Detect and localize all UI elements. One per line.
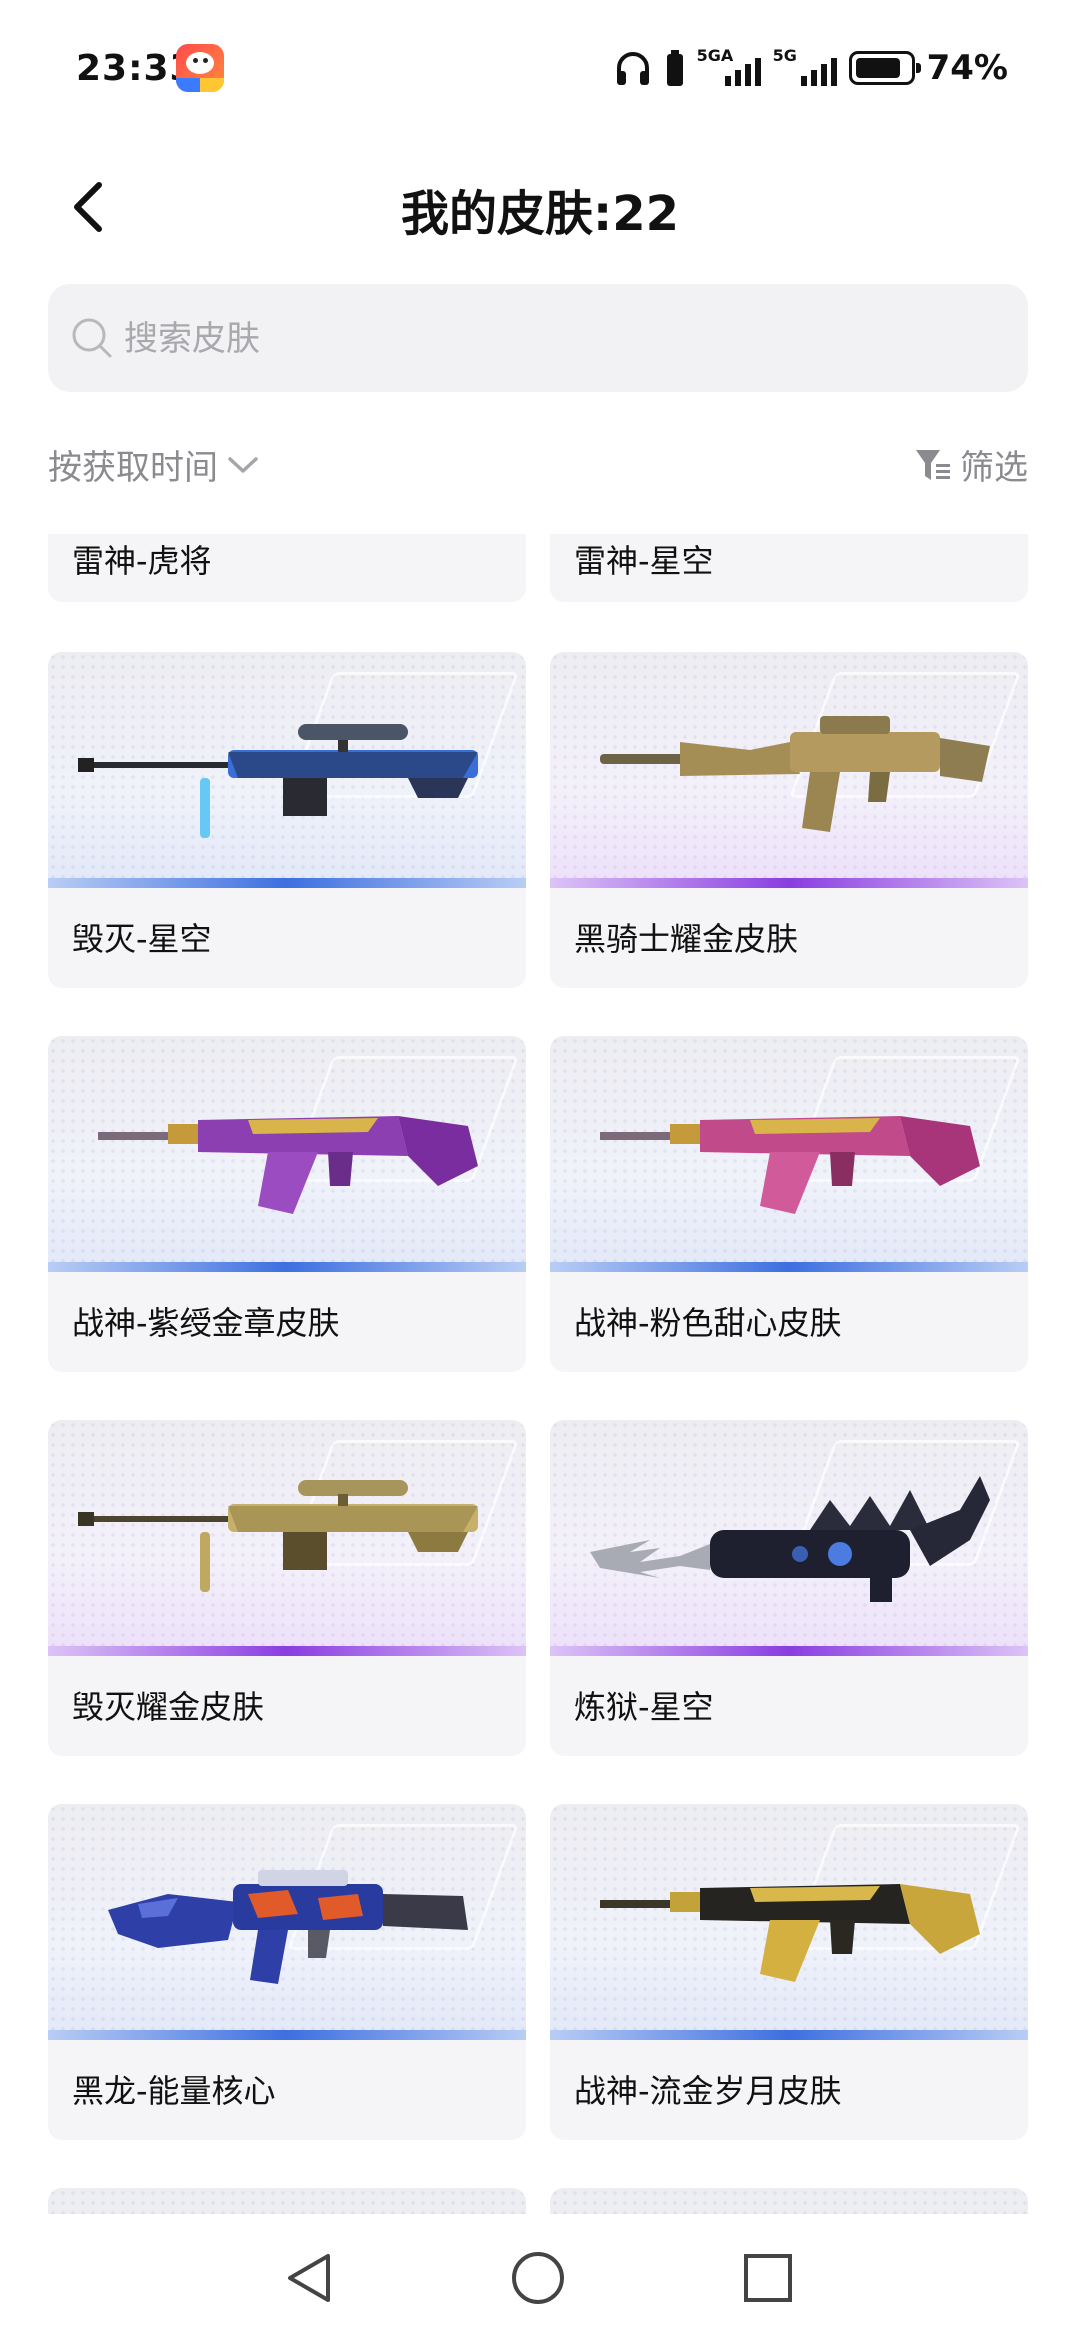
rarity-stripe: [550, 1262, 1028, 1272]
skin-card[interactable]: 炼狱-星空: [550, 1420, 1028, 1756]
nav-recents-icon: [744, 2254, 792, 2302]
rarity-stripe: [48, 2030, 526, 2040]
skin-card[interactable]: [48, 2188, 526, 2214]
skin-thumbnail: [48, 652, 526, 888]
rarity-stripe: [550, 878, 1028, 888]
assault-rifle-icon: [600, 716, 990, 832]
gatling-dragon-icon: [590, 1476, 990, 1602]
skin-name: 战神-紫绶金章皮肤: [72, 1304, 340, 1342]
app-notification-icon: [176, 44, 224, 92]
sniper-rifle-icon: [78, 724, 478, 838]
headphones-icon: [616, 52, 649, 85]
sort-label: 按获取时间: [48, 448, 218, 488]
status-icons: 5GA 5G 74%: [613, 44, 1008, 92]
skin-thumbnail: [550, 652, 1028, 888]
battery-icon: [848, 51, 921, 85]
battery-percent: 74%: [926, 48, 1008, 88]
skin-thumbnail: [550, 1036, 1028, 1272]
search-icon: [72, 318, 112, 358]
skin-card[interactable]: 战神-粉色甜心皮肤: [550, 1036, 1028, 1372]
skin-thumbnail: [48, 2188, 526, 2214]
skin-name: 毁灭耀金皮肤: [72, 1688, 265, 1726]
rarity-stripe: [48, 1646, 526, 1656]
skin-thumbnail: [550, 1420, 1028, 1656]
skin-name: 战神-流金岁月皮肤: [574, 2072, 842, 2110]
skin-thumbnail: [550, 2188, 1028, 2214]
rarity-stripe: [550, 1646, 1028, 1656]
skin-thumbnail: [550, 1804, 1028, 2040]
skin-card[interactable]: 雷神-虎将: [48, 534, 526, 602]
skin-card[interactable]: 战神-流金岁月皮肤: [550, 1804, 1028, 2140]
nav-back-button[interactable]: [280, 2248, 340, 2308]
search-bar[interactable]: [48, 284, 1028, 394]
sniper-rifle-icon: [78, 1480, 478, 1592]
rarity-stripe: [550, 2030, 1028, 2040]
skin-name: 雷神-星空: [574, 542, 714, 580]
rarity-stripe: [48, 1262, 526, 1272]
ak-rifle-icon: [600, 1884, 980, 1982]
assault-rifle-icon: [108, 1870, 468, 1984]
skin-name: 战神-粉色甜心皮肤: [574, 1304, 842, 1342]
skin-name: 毁灭-星空: [72, 920, 212, 958]
skin-card[interactable]: 毁灭耀金皮肤: [48, 1420, 526, 1756]
nav-home-button[interactable]: [508, 2248, 568, 2308]
skin-card[interactable]: 雷神-星空: [550, 534, 1028, 602]
skin-grid: 雷神-虎将 雷神-星空 毁灭-星空 黑骑士耀金皮肤 战神-紫绶金章皮肤 战神-粉…: [0, 534, 1080, 2214]
nav-recents-button[interactable]: [738, 2248, 798, 2308]
battery-saver-icon: [666, 50, 683, 86]
ak-rifle-icon: [98, 1116, 478, 1214]
status-bar: 23:33 5GA 5G 74%: [0, 0, 1080, 130]
chevron-down-icon: [228, 456, 258, 473]
skin-name: 黑龙-能量核心: [72, 2072, 276, 2110]
skin-name: 雷神-虎将: [72, 542, 212, 580]
skin-card[interactable]: [550, 2188, 1028, 2214]
rarity-stripe: [48, 878, 526, 888]
app-header: 我的皮肤:22: [0, 150, 1080, 260]
nav-back-icon: [288, 2254, 330, 2302]
signal-icon: 5G: [773, 46, 837, 90]
sort-filter-bar: 按获取时间 筛选: [48, 440, 1028, 492]
skin-thumbnail: [48, 1420, 526, 1656]
skin-card[interactable]: 黑骑士耀金皮肤: [550, 652, 1028, 988]
ak-rifle-icon: [600, 1116, 980, 1214]
skin-thumbnail: [48, 1804, 526, 2040]
system-nav-bar: [0, 2214, 1080, 2338]
filter-icon: [916, 449, 950, 480]
network-type-label: 5G: [772, 46, 797, 65]
sort-dropdown[interactable]: 按获取时间: [48, 440, 260, 489]
search-input[interactable]: [122, 284, 1006, 394]
skin-card[interactable]: 战神-紫绶金章皮肤: [48, 1036, 526, 1372]
skin-card[interactable]: 毁灭-星空: [48, 652, 526, 988]
skin-card[interactable]: 黑龙-能量核心: [48, 1804, 526, 2140]
page-title: 我的皮肤:22: [401, 186, 679, 242]
skin-name: 炼狱-星空: [574, 1688, 714, 1726]
signal-icon: 5GA: [697, 46, 761, 90]
filter-label: 筛选: [960, 448, 1028, 488]
skin-name: 黑骑士耀金皮肤: [574, 920, 799, 958]
filter-button[interactable]: 筛选: [914, 440, 1028, 489]
skin-thumbnail: [48, 1036, 526, 1272]
nav-home-icon: [512, 2252, 564, 2304]
